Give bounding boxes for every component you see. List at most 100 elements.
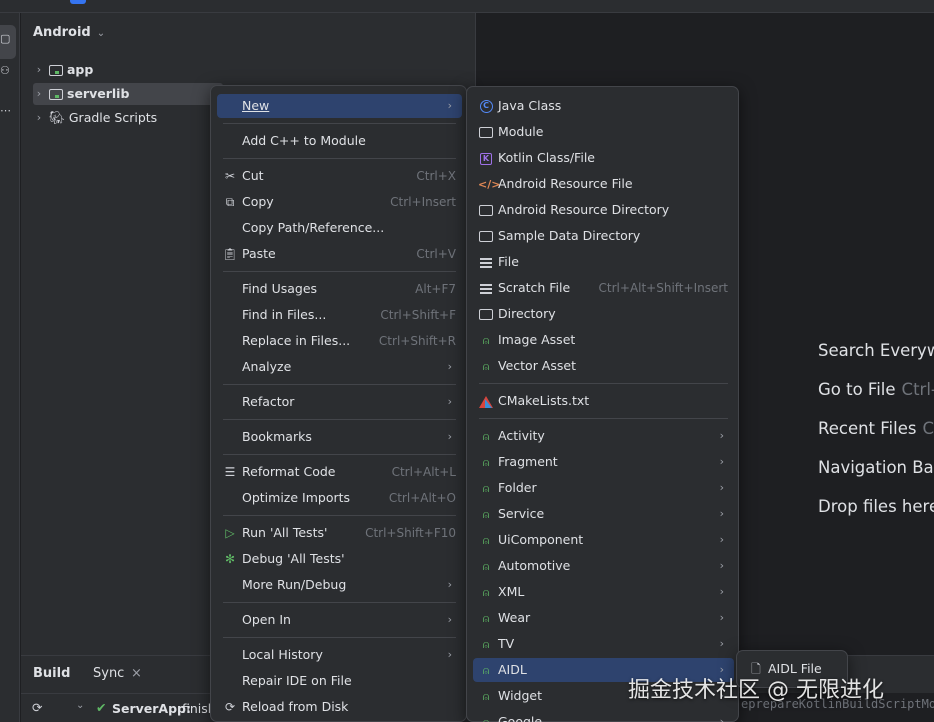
- new-item-fragment[interactable]: ⍝ Fragment ›: [473, 450, 734, 474]
- menu-item-shortcut: Ctrl+Alt+L: [391, 465, 456, 479]
- new-item-resource-directory[interactable]: Android Resource Directory: [473, 198, 734, 222]
- menu-item-reload-from-disk[interactable]: ⟳ Reload from Disk: [217, 695, 462, 719]
- build-tab[interactable]: Build: [33, 666, 70, 681]
- menu-item-label: CMakeLists.txt: [498, 393, 590, 408]
- chevron-right-icon[interactable]: ›: [33, 107, 45, 129]
- sync-tab[interactable]: Sync: [93, 666, 124, 681]
- chevron-right-icon: ›: [447, 360, 452, 373]
- hint-label: Recent Files: [818, 419, 917, 438]
- new-item-scratch-file[interactable]: Scratch File Ctrl+Alt+Shift+Insert: [473, 276, 734, 300]
- tree-label: app: [67, 62, 94, 77]
- menu-item-bookmarks[interactable]: Bookmarks ›: [217, 425, 462, 449]
- android-icon: ⍝: [482, 534, 490, 547]
- resource-manager-icon[interactable]: ⚇: [0, 63, 14, 79]
- chevron-right-icon[interactable]: ›: [33, 59, 45, 81]
- new-item-uicomponent[interactable]: ⍝ UiComponent ›: [473, 528, 734, 552]
- menu-item-new[interactable]: New ›: [217, 94, 462, 118]
- menu-item-label: Cut: [242, 168, 264, 183]
- more-tools-icon[interactable]: ⋯: [0, 103, 14, 119]
- menu-item-label: Scratch File: [498, 280, 571, 295]
- menu-item-label: Directory: [498, 306, 556, 321]
- android-icon: ⍝: [478, 710, 494, 722]
- menu-item-copy[interactable]: ⧉ Copy Ctrl+Insert: [217, 190, 462, 214]
- android-icon: ⍝: [482, 482, 490, 495]
- sync-refresh-icon[interactable]: ⟳: [32, 700, 42, 715]
- build-status-project[interactable]: ServerApp:: [112, 701, 191, 716]
- menu-item-refactor[interactable]: Refactor ›: [217, 390, 462, 414]
- new-item-kotlin[interactable]: K Kotlin Class/File: [473, 146, 734, 170]
- tree-node-serverlib[interactable]: › serverlib: [33, 83, 223, 105]
- new-item-cmakelists[interactable]: CMakeLists.txt: [473, 389, 734, 413]
- hint-label: Navigation Bar: [818, 458, 934, 477]
- chevron-right-icon: ›: [447, 578, 452, 591]
- menu-item-shortcut: Ctrl+X: [416, 169, 456, 183]
- new-item-service[interactable]: ⍝ Service ›: [473, 502, 734, 526]
- menu-item-label: Android Resource Directory: [498, 202, 670, 217]
- reformat-icon: ☰: [224, 465, 236, 479]
- new-item-vector-asset[interactable]: ⍝ Vector Asset: [473, 354, 734, 378]
- menu-item-run-all-tests[interactable]: ▷ Run 'All Tests' Ctrl+Shift+F10: [217, 521, 462, 545]
- menu-item-label: Service: [498, 506, 545, 521]
- new-item-directory[interactable]: Directory: [473, 302, 734, 326]
- android-icon: ⍝: [482, 586, 490, 599]
- chevron-right-icon: ›: [719, 533, 724, 546]
- new-item-module[interactable]: Module: [473, 120, 734, 144]
- menu-item-analyze[interactable]: Analyze ›: [217, 355, 462, 379]
- new-item-wear[interactable]: ⍝ Wear ›: [473, 606, 734, 630]
- new-item-sample-data-directory[interactable]: Sample Data Directory: [473, 224, 734, 248]
- project-context-menu: New › Add C++ to Module ✂ Cut Ctrl+X ⧉ C…: [210, 85, 467, 722]
- menu-item-cut[interactable]: ✂ Cut Ctrl+X: [217, 164, 462, 188]
- new-item-java-class[interactable]: C Java Class: [473, 94, 734, 118]
- menu-separator: [223, 454, 456, 455]
- menu-item-copy-path[interactable]: Copy Path/Reference...: [217, 216, 462, 240]
- chevron-right-icon: ›: [719, 429, 724, 442]
- menu-item-label: More Run/Debug: [242, 577, 347, 592]
- menu-separator: [479, 383, 728, 384]
- menu-item-optimize-imports[interactable]: Optimize Imports Ctrl+Alt+O: [217, 486, 462, 510]
- menu-item-open-in[interactable]: Open In ›: [217, 608, 462, 632]
- menu-item-replace-in-files[interactable]: Replace in Files... Ctrl+Shift+R: [217, 329, 462, 353]
- chevron-right-icon[interactable]: ›: [33, 83, 45, 105]
- menu-item-label: AIDL: [498, 662, 527, 677]
- menu-item-label: Find Usages: [242, 281, 318, 296]
- tree-node-gradle-scripts[interactable]: › 🐘︎ Gradle Scripts: [33, 107, 157, 129]
- menu-separator: [223, 271, 456, 272]
- chevron-down-icon[interactable]: ⌄: [76, 700, 84, 711]
- menu-item-debug-all-tests[interactable]: ✻ Debug 'All Tests': [217, 547, 462, 571]
- menu-item-shortcut: Ctrl+V: [416, 247, 456, 261]
- tree-node-app[interactable]: › app: [33, 59, 94, 81]
- menu-item-find-usages[interactable]: Find Usages Alt+F7: [217, 277, 462, 301]
- hint-search-everywhere: Search Everywh: [818, 341, 934, 360]
- new-item-google[interactable]: ⍝ Google ›: [473, 710, 734, 722]
- menu-item-label: Repair IDE on File: [242, 673, 352, 688]
- new-item-file[interactable]: File: [473, 250, 734, 274]
- menu-item-local-history[interactable]: Local History ›: [217, 643, 462, 667]
- menu-separator: [223, 158, 456, 159]
- menu-separator: [223, 515, 456, 516]
- menu-item-add-cpp[interactable]: Add C++ to Module: [217, 129, 462, 153]
- menu-item-more-run-debug[interactable]: More Run/Debug ›: [217, 573, 462, 597]
- menu-item-label: Run 'All Tests': [242, 525, 328, 540]
- new-item-xml[interactable]: ⍝ XML ›: [473, 580, 734, 604]
- menu-separator: [223, 384, 456, 385]
- menu-item-repair-ide[interactable]: Repair IDE on File: [217, 669, 462, 693]
- new-item-folder[interactable]: ⍝ Folder ›: [473, 476, 734, 500]
- menu-item-label: New: [242, 98, 270, 113]
- chevron-right-icon: ›: [719, 455, 724, 468]
- new-item-activity[interactable]: ⍝ Activity ›: [473, 424, 734, 448]
- android-icon: ⍝: [482, 334, 490, 347]
- new-item-resource-file[interactable]: </> Android Resource File: [473, 172, 734, 196]
- chevron-down-icon: ⌄: [96, 28, 106, 39]
- new-item-tv[interactable]: ⍝ TV ›: [473, 632, 734, 656]
- new-item-image-asset[interactable]: ⍝ Image Asset: [473, 328, 734, 352]
- new-item-automotive[interactable]: ⍝ Automotive ›: [473, 554, 734, 578]
- close-icon[interactable]: ×: [131, 666, 142, 681]
- project-view-selector[interactable]: Android ⌄: [33, 25, 105, 40]
- menu-item-reformat-code[interactable]: ☰ Reformat Code Ctrl+Alt+L: [217, 460, 462, 484]
- title-accent: [70, 0, 86, 4]
- android-icon: ⍝: [482, 612, 490, 625]
- android-icon: ⍝: [482, 690, 490, 703]
- menu-item-find-in-files[interactable]: Find in Files... Ctrl+Shift+F: [217, 303, 462, 327]
- menu-item-paste[interactable]: 📋︎ Paste Ctrl+V: [217, 242, 462, 266]
- scratch-file-icon: [478, 276, 494, 300]
